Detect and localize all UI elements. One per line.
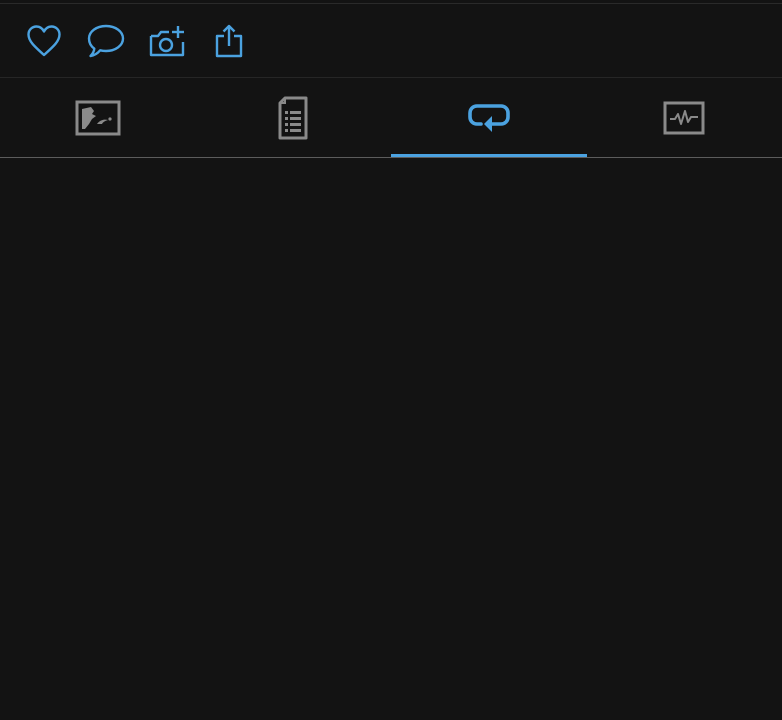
- tab-content-panel: [0, 158, 782, 720]
- heart-icon: [27, 24, 61, 56]
- share-button[interactable]: [204, 4, 254, 77]
- camera-plus-icon: [149, 25, 185, 56]
- share-icon: [215, 24, 243, 57]
- tab-bar: [0, 78, 782, 157]
- image-icon: [75, 100, 121, 135]
- tab-details[interactable]: [196, 78, 392, 157]
- tab-activity[interactable]: [587, 78, 782, 157]
- like-button[interactable]: [19, 4, 69, 77]
- tab-repost[interactable]: [391, 78, 587, 157]
- app-window: [0, 0, 782, 720]
- add-photo-button[interactable]: [142, 4, 192, 77]
- action-bar: [0, 4, 782, 77]
- document-list-icon: [278, 96, 308, 139]
- speech-bubble-icon: [87, 24, 125, 57]
- tab-image[interactable]: [0, 78, 196, 157]
- activity-pulse-icon: [663, 101, 705, 134]
- comment-button[interactable]: [81, 4, 131, 77]
- repeat-icon: [467, 103, 510, 132]
